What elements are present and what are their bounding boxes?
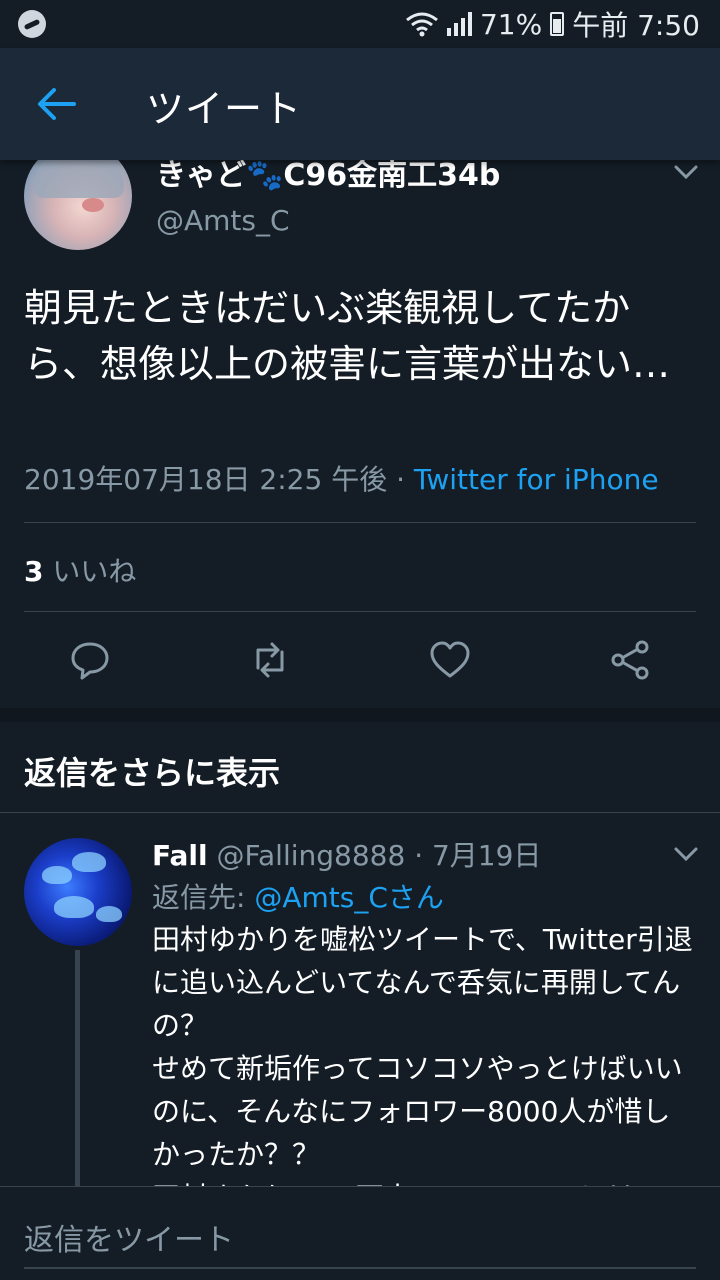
signal-icon [446, 12, 472, 36]
back-arrow-icon[interactable] [36, 86, 76, 122]
compose-bar: 返信をツイート [0, 1186, 720, 1280]
reply-to-line: 返信先: @Amts_Cさん [152, 876, 444, 916]
share-icon[interactable] [608, 638, 652, 682]
likes-count-row[interactable]: 3 いいね [24, 550, 136, 590]
retweet-icon[interactable] [248, 638, 292, 682]
likes-label: いいね [43, 555, 137, 588]
reply-text-line: せめて新垢作ってコソコソやっとけばいいのに、そんなにフォロワー8000人が惜しか… [152, 1052, 683, 1171]
tweet-date: 2019年07月18日 2:25 午後 [24, 463, 388, 496]
reply-compose-input[interactable]: 返信をツイート [24, 1215, 234, 1259]
clock: 午前 7:50 [572, 9, 700, 42]
divider [0, 812, 720, 813]
chevron-down-icon[interactable] [672, 844, 700, 864]
compose-underline [24, 1267, 696, 1269]
reply-author-name[interactable]: Fall [152, 839, 208, 872]
chevron-down-icon[interactable] [672, 162, 700, 182]
status-bar-right: 71% 午前 7:50 [405, 6, 700, 42]
author-handle[interactable]: @Amts_C [156, 204, 290, 237]
thread-line [75, 950, 80, 1190]
reply-text: 田村ゆかりを嘘松ツイートで、Twitter引退に追い込んどいてなんで呑気に再開し… [152, 918, 697, 1219]
tweet-meta: 2019年07月18日 2:25 午後 · Twitter for iPhone [24, 458, 659, 498]
header-bar: ツイート [0, 48, 720, 160]
app-notification-icon [18, 10, 46, 38]
battery-percent: 71% [479, 7, 543, 41]
status-bar: 71% 午前 7:50 [0, 0, 720, 48]
reply-text-line: 田村ゆかりを嘘松ツイートで、Twitter引退に追い込んどいてなんで呑気に再開し… [152, 923, 693, 1042]
section-separator [0, 708, 720, 722]
reply-to-mention[interactable]: @Amts_Cさん [254, 881, 444, 914]
like-icon[interactable] [428, 638, 472, 682]
meta-separator: · [387, 463, 414, 496]
reply-icon[interactable] [68, 638, 112, 682]
reply-header: Fall @Falling8888 · 7月19日 [152, 834, 541, 874]
tweet-source-link[interactable]: Twitter for iPhone [414, 463, 659, 496]
reply-to-label: 返信先: [152, 881, 255, 914]
tweet-text: 朝見たときはだいぶ楽観視してたから、想像以上の被害に言葉が出ない… [24, 286, 671, 386]
more-replies-heading[interactable]: 返信をさらに表示 [24, 748, 280, 794]
likes-count: 3 [24, 555, 44, 588]
reply-avatar[interactable] [24, 838, 132, 946]
divider [24, 522, 696, 523]
wifi-icon [406, 12, 438, 37]
battery-icon [550, 12, 565, 36]
reply-author-handle[interactable]: @Falling8888 · 7月19日 [208, 839, 541, 872]
divider [24, 611, 696, 612]
page-title: ツイート [146, 87, 303, 131]
